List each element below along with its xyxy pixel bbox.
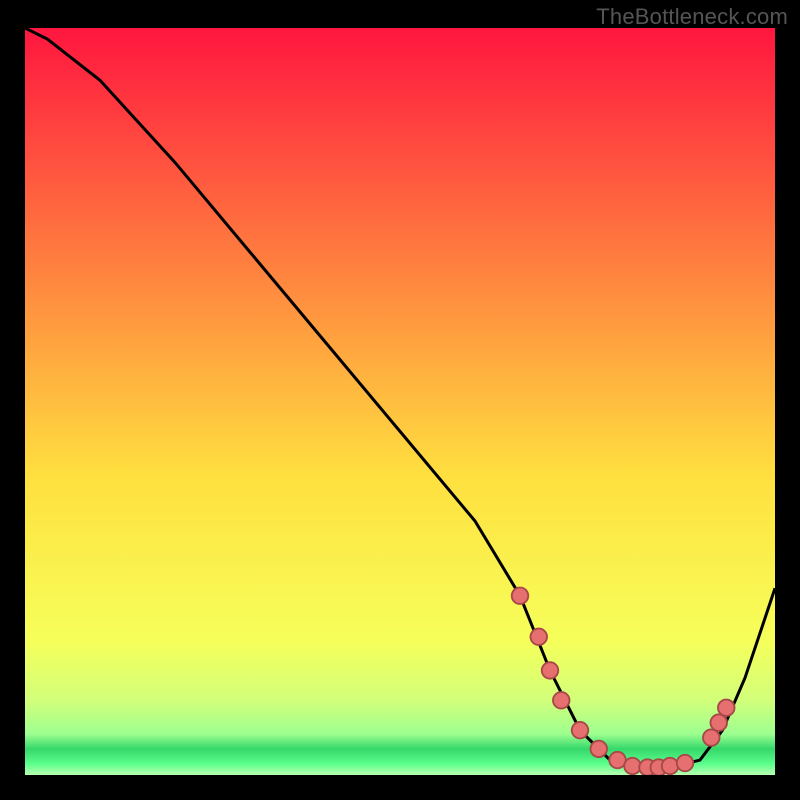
marker-point — [711, 714, 728, 730]
gradient-background — [25, 28, 775, 775]
marker-point — [677, 755, 694, 771]
marker-point — [512, 588, 529, 604]
chart-type: line — [0, 0, 1, 1]
chart-frame: TheBottleneck.com line bottleneck-curve … — [0, 0, 800, 800]
marker-point — [591, 741, 608, 757]
marker-point — [542, 662, 559, 678]
marker-point — [718, 700, 735, 716]
marker-point — [531, 629, 548, 645]
marker-point — [572, 722, 589, 738]
attribution-text: TheBottleneck.com — [596, 4, 788, 30]
marker-point — [609, 752, 626, 768]
curve-series-name: bottleneck-curve — [0, 0, 1, 1]
marker-point — [662, 758, 679, 774]
marker-point — [624, 758, 641, 774]
bottleneck-chart — [25, 28, 775, 775]
marker-point — [703, 729, 720, 745]
marker-point — [553, 692, 570, 708]
marker-series-name: highlight-points — [0, 0, 1, 1]
